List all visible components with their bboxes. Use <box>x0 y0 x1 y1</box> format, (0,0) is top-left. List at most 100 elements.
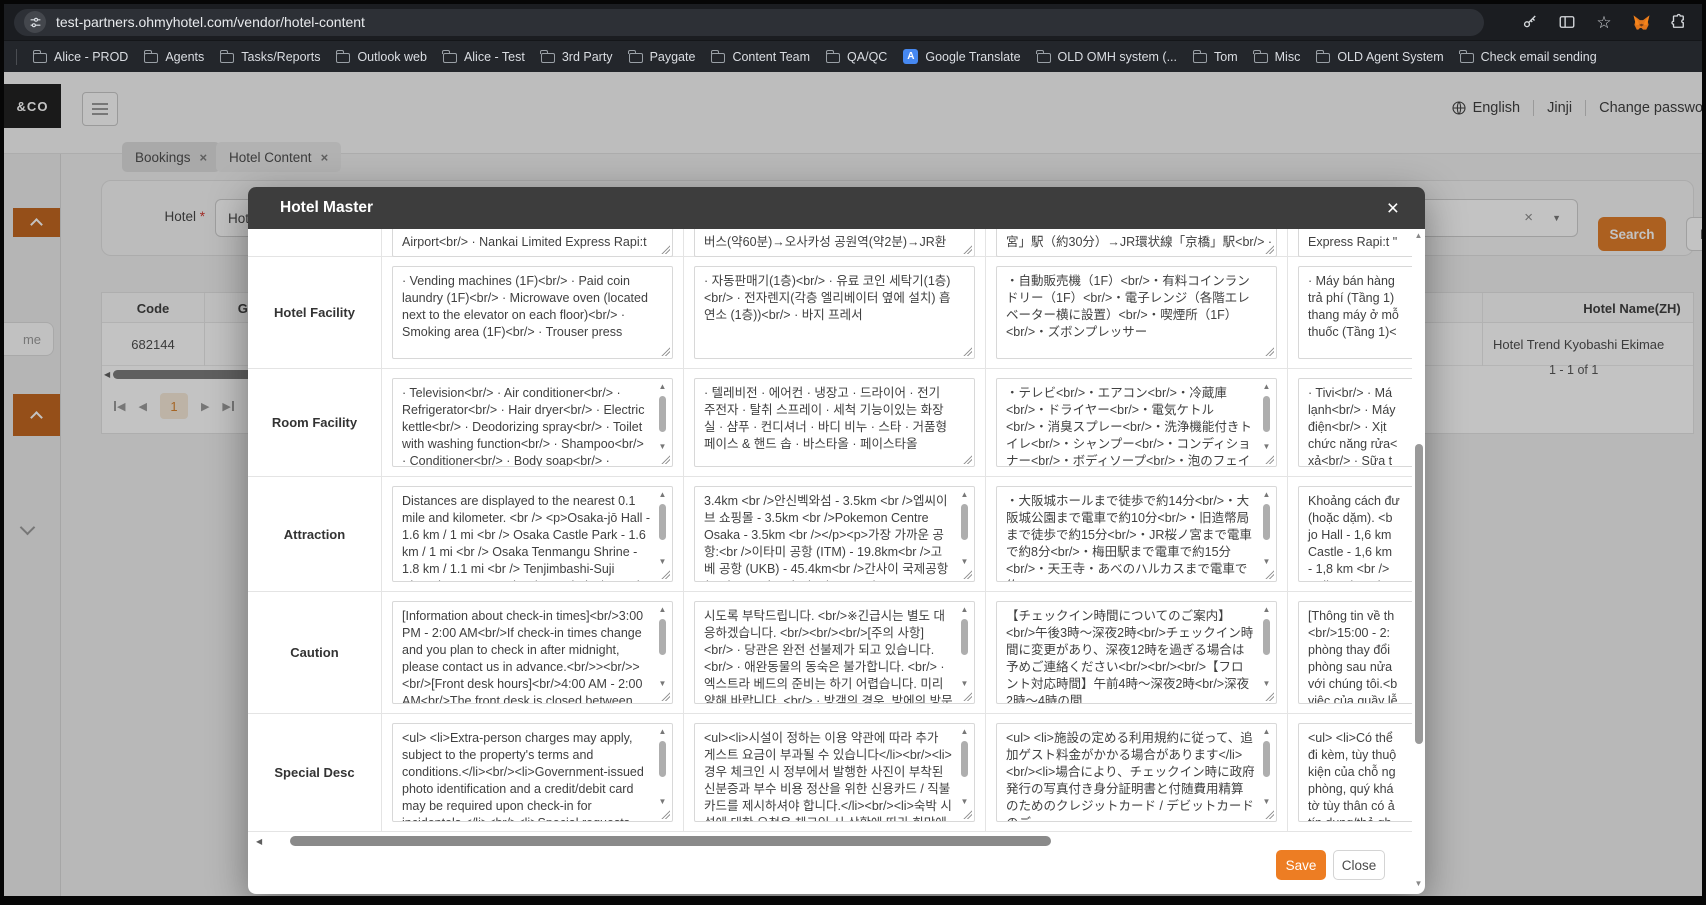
resize-handle-icon[interactable] <box>963 570 972 579</box>
textarea-scrollbar[interactable]: ▲▼ <box>656 605 669 690</box>
cell-jp: ・自動販売機（1F）<br/>・有料コインランドリー（1F）<br/>・電子レン… <box>986 257 1288 368</box>
modal-horizontal-scrollbar[interactable]: ◀ <box>256 834 1406 848</box>
textarea-en[interactable]: <ul> <li>Extra-person charges may apply,… <box>392 723 673 822</box>
textarea-en[interactable]: Airport<br/> · Nankai Limited Express Ra… <box>392 229 673 257</box>
textarea-vn[interactable]: <ul> <li>Có thể đi kèm, tùy thuộ kiện củ… <box>1298 723 1412 822</box>
textarea-jp[interactable]: 【チェックイン時間についてのご案内】<br/>午後3時～深夜2時<br/>チェッ… <box>996 601 1277 704</box>
resize-handle-icon[interactable] <box>1265 570 1274 579</box>
textarea-vn[interactable]: · Tivi<br/> · Má lạnh<br/> · Máy điện<br… <box>1298 378 1412 467</box>
bookmark-outlook-web[interactable]: Outlook web <box>336 50 426 64</box>
resize-handle-icon[interactable] <box>963 692 972 701</box>
textarea-scrollbar[interactable]: ▲▼ <box>958 605 971 690</box>
close-button[interactable]: Close <box>1333 850 1385 880</box>
textarea-scrollbar[interactable]: ▲▼ <box>656 727 669 808</box>
resize-handle-icon[interactable] <box>963 347 972 356</box>
bookmark-google-translate[interactable]: AGoogle Translate <box>903 49 1020 64</box>
modal-close-icon[interactable]: × <box>1387 198 1399 219</box>
table-row-caution: Caution [Information about check-in time… <box>248 592 1412 714</box>
folder-icon <box>220 53 234 63</box>
resize-handle-icon[interactable] <box>1265 692 1274 701</box>
scrollbar-thumb[interactable] <box>290 836 1051 846</box>
textarea-scrollbar[interactable]: ▲▼ <box>1260 382 1273 453</box>
bookmark-check-email-sending[interactable]: Check email sending <box>1460 50 1597 64</box>
extensions-puzzle-icon[interactable] <box>1668 12 1688 32</box>
metamask-fox-icon[interactable] <box>1631 12 1651 32</box>
resize-handle-icon[interactable] <box>661 810 670 819</box>
textarea-kr[interactable]: 버스(약60분)→오사카성 공원역(약2분)→JR환 <box>694 229 975 257</box>
bookmark-content-team[interactable]: Content Team <box>711 50 810 64</box>
folder-icon <box>336 53 350 63</box>
resize-handle-icon[interactable] <box>1265 455 1274 464</box>
textarea-vn[interactable]: Express Rapi:t " <box>1298 229 1412 257</box>
textarea-kr[interactable]: 3.4km <br />안신벡와섬 - 3.5km <br />엡씨이브 쇼핑몰… <box>694 486 975 582</box>
textarea-scrollbar[interactable]: ▲▼ <box>1260 490 1273 568</box>
resize-handle-icon[interactable] <box>963 455 972 464</box>
site-settings-icon[interactable] <box>24 11 46 33</box>
folder-icon <box>826 53 840 63</box>
textarea-kr[interactable]: · 자동판매기(1층)<br/> · 유료 코인 세탁기(1층) <br/> ·… <box>694 266 975 359</box>
row-label: Hotel Facility <box>248 257 382 368</box>
cell-en: Distances are displayed to the nearest 0… <box>382 477 684 591</box>
hotel-content-table: Airport<br/> · Nankai Limited Express Ra… <box>248 229 1412 832</box>
textarea-scrollbar[interactable]: ▲▼ <box>1260 727 1273 808</box>
scrollbar-thumb[interactable] <box>1415 444 1423 744</box>
textarea-en[interactable]: · Vending machines (1F)<br/> · Paid coin… <box>392 266 673 359</box>
cell-jp: ・テレビ<br/>・エアコン<br/>・冷蔵庫<br/>・ドライヤー<br/>・… <box>986 369 1288 476</box>
row-label: Special Desc <box>248 714 382 831</box>
textarea-scrollbar[interactable]: ▲▼ <box>1260 605 1273 690</box>
textarea-jp[interactable]: ・自動販売機（1F）<br/>・有料コインランドリー（1F）<br/>・電子レン… <box>996 266 1277 359</box>
bookmark-tasks-reports[interactable]: Tasks/Reports <box>220 50 320 64</box>
resize-handle-icon[interactable] <box>661 692 670 701</box>
textarea-jp[interactable]: ・テレビ<br/>・エアコン<br/>・冷蔵庫<br/>・ドライヤー<br/>・… <box>996 378 1277 467</box>
textarea-en[interactable]: Distances are displayed to the nearest 0… <box>392 486 673 582</box>
cell-vn: Khoảng cách đư (hoặc dặm). <b jo Hall - … <box>1288 477 1412 591</box>
textarea-scrollbar[interactable]: ▲▼ <box>656 382 669 453</box>
bookmark-alice-test[interactable]: Alice - Test <box>443 50 525 64</box>
textarea-kr[interactable]: <ul><li>시설이 정하는 이용 약관에 따라 추가 게스트 요금이 부과될… <box>694 723 975 822</box>
side-panel-icon[interactable] <box>1557 12 1577 32</box>
bookmark-star-icon[interactable]: ☆ <box>1594 12 1614 32</box>
textarea-kr[interactable]: 시도록 부탁드립니다. <br/>※긴급시는 별도 대응하겠습니다. <br/>… <box>694 601 975 704</box>
bookmark-alice-prod[interactable]: Alice - PROD <box>33 50 128 64</box>
resize-handle-icon[interactable] <box>1265 347 1274 356</box>
row-label: Attraction <box>248 477 382 591</box>
resize-handle-icon[interactable] <box>661 570 670 579</box>
bookmark-old-agent-system[interactable]: OLD Agent System <box>1316 50 1443 64</box>
textarea-jp[interactable]: ・大阪城ホールまで徒歩で約14分<br/>・大阪城公園まで電車で約10分<br/… <box>996 486 1277 582</box>
textarea-scrollbar[interactable]: ▲▼ <box>656 490 669 568</box>
address-bar[interactable]: test-partners.ohmyhotel.com/vendor/hotel… <box>14 9 1484 36</box>
resize-handle-icon[interactable] <box>661 347 670 356</box>
resize-handle-icon[interactable] <box>661 245 670 254</box>
bookmark-misc[interactable]: Misc <box>1254 50 1301 64</box>
textarea-vn[interactable]: Khoảng cách đư (hoặc dặm). <b jo Hall - … <box>1298 486 1412 582</box>
bookmark-paygate[interactable]: Paygate <box>629 50 696 64</box>
cell-en: Airport<br/> · Nankai Limited Express Ra… <box>382 229 684 256</box>
textarea-vn[interactable]: [Thông tin về th <br/>15:00 - 2: phòng t… <box>1298 601 1412 704</box>
resize-handle-icon[interactable] <box>963 245 972 254</box>
bookmark-tom[interactable]: Tom <box>1193 50 1238 64</box>
textarea-en[interactable]: [Information about check-in times]<br/>3… <box>392 601 673 704</box>
textarea-scrollbar[interactable]: ▲▼ <box>958 490 971 568</box>
password-key-icon[interactable] <box>1520 12 1540 32</box>
textarea-scrollbar[interactable]: ▲▼ <box>958 727 971 808</box>
folder-icon <box>1037 53 1051 63</box>
textarea-vn[interactable]: · Máy bán hàng trả phí (Tầng 1) thang má… <box>1298 266 1412 359</box>
cell-kr: 버스(약60분)→오사카성 공원역(약2분)→JR환 <box>684 229 986 256</box>
bookmark-qa-qc[interactable]: QA/QC <box>826 50 887 64</box>
resize-handle-icon[interactable] <box>1265 810 1274 819</box>
folder-icon <box>144 53 158 63</box>
resize-handle-icon[interactable] <box>963 810 972 819</box>
textarea-jp[interactable]: 宮」駅（約30分）→JR環状線「京橋」駅<br/> · <box>996 229 1277 257</box>
bookmark-agents[interactable]: Agents <box>144 50 204 64</box>
save-button[interactable]: Save <box>1276 850 1326 880</box>
resize-handle-icon[interactable] <box>1265 245 1274 254</box>
resize-handle-icon[interactable] <box>661 455 670 464</box>
bookmark-3rd-party[interactable]: 3rd Party <box>541 50 613 64</box>
scroll-left-icon[interactable]: ◀ <box>256 837 262 846</box>
bookmark-old-omh-system[interactable]: OLD OMH system (... <box>1037 50 1177 64</box>
cell-jp: <ul> <li>施設の定める利用規約に従って、追加ゲスト料金がかかる場合があり… <box>986 714 1288 831</box>
textarea-kr[interactable]: · 텔레비전 · 에어컨 · 냉장고 · 드라이어 · 전기 주전자 · 탈취 … <box>694 378 975 467</box>
textarea-jp[interactable]: <ul> <li>施設の定める利用規約に従って、追加ゲスト料金がかかる場合があり… <box>996 723 1277 822</box>
textarea-en[interactable]: · Television<br/> · Air conditioner<br/>… <box>392 378 673 467</box>
modal-vertical-scrollbar[interactable]: ▲▼ <box>1413 231 1424 888</box>
